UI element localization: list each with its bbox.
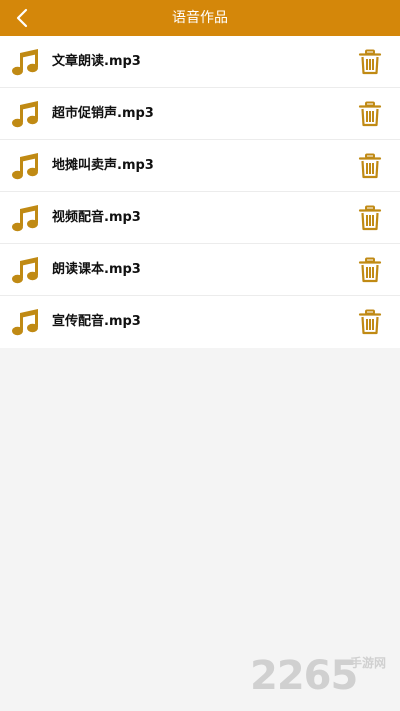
delete-button[interactable] <box>356 100 384 128</box>
file-name: 朗读课本.mp3 <box>52 262 141 277</box>
watermark-number: 2265 <box>250 653 358 699</box>
file-name: 宣传配音.mp3 <box>52 314 141 329</box>
trash-icon <box>358 205 382 231</box>
list-item[interactable]: 宣传配音.mp3 <box>0 296 400 348</box>
file-name: 超市促销声.mp3 <box>52 106 154 121</box>
list-item[interactable]: 超市促销声.mp3 <box>0 88 400 140</box>
music-note-icon <box>10 98 42 130</box>
music-note-icon <box>10 306 42 338</box>
page-title: 语音作品 <box>172 10 228 26</box>
list-item[interactable]: 视频配音.mp3 <box>0 192 400 244</box>
trash-icon <box>358 49 382 75</box>
delete-button[interactable] <box>356 308 384 336</box>
trash-icon <box>358 101 382 127</box>
delete-button[interactable] <box>356 256 384 284</box>
music-note-icon <box>10 46 42 78</box>
file-name: 视频配音.mp3 <box>52 210 141 225</box>
music-note-icon <box>10 202 42 234</box>
music-note-icon <box>10 150 42 182</box>
list-item[interactable]: 文章朗读.mp3 <box>0 36 400 88</box>
delete-button[interactable] <box>356 204 384 232</box>
watermark-text: 手游网 <box>350 656 387 670</box>
list-item[interactable]: 地摊叫卖声.mp3 <box>0 140 400 192</box>
top-bar: 语音作品 <box>0 0 400 36</box>
watermark-logo: 2265 手游网 <box>250 652 398 702</box>
file-name: 地摊叫卖声.mp3 <box>52 158 154 173</box>
music-note-icon <box>10 254 42 286</box>
delete-button[interactable] <box>356 152 384 180</box>
trash-icon <box>358 257 382 283</box>
list-item[interactable]: 朗读课本.mp3 <box>0 244 400 296</box>
trash-icon <box>358 309 382 335</box>
delete-button[interactable] <box>356 48 384 76</box>
trash-icon <box>358 153 382 179</box>
audio-file-list: 文章朗读.mp3 超市促销声.mp3 地摊叫卖声.mp3 视频配音.mp3 朗读… <box>0 36 400 348</box>
file-name: 文章朗读.mp3 <box>52 54 141 69</box>
